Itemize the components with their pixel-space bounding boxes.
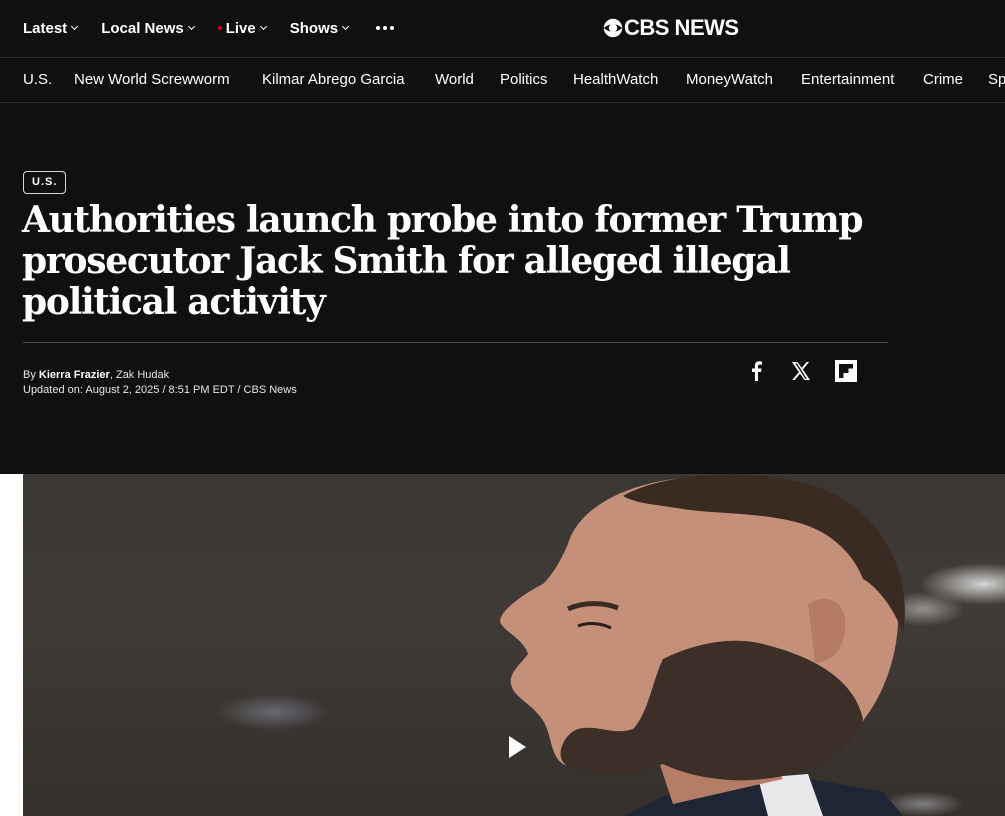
section-sports[interactable]: Sp: [988, 71, 1005, 88]
share-facebook-button[interactable]: [744, 359, 768, 383]
section-kilmar-abrego-garcia[interactable]: Kilmar Abrego Garcia: [262, 71, 405, 88]
nav-local-news-label: Local News: [101, 19, 184, 37]
facebook-icon: [752, 361, 762, 381]
updated-timestamp: Updated on: August 2, 2025 / 8:51 PM EDT…: [23, 384, 297, 396]
top-nav: Latest Local News Live Shows: [23, 0, 395, 56]
cbs-news-logo[interactable]: CBS NEWS: [603, 15, 739, 40]
section-us[interactable]: U.S.: [23, 71, 52, 88]
divider: [23, 342, 888, 343]
nav-shows[interactable]: Shows: [289, 19, 350, 37]
section-moneywatch[interactable]: MoneyWatch: [686, 71, 773, 88]
more-horizontal-icon[interactable]: [376, 26, 395, 30]
author-separator: ,: [109, 369, 113, 381]
video-thumbnail: [500, 474, 905, 816]
live-indicator-icon: [217, 26, 222, 30]
byline-prefix: By: [23, 369, 36, 381]
author-link[interactable]: Kierra Frazier: [39, 369, 110, 381]
author-name: Zak Hudak: [115, 369, 170, 381]
video-player[interactable]: [23, 474, 1005, 816]
section-new-world-screwworm[interactable]: New World Screwworm: [74, 71, 230, 88]
chevron-down-icon: [71, 22, 79, 31]
section-entertainment[interactable]: Entertainment: [801, 71, 894, 88]
section-politics[interactable]: Politics: [500, 71, 548, 88]
article-headline: Authorities launch probe into former Tru…: [22, 199, 864, 323]
category-badge[interactable]: U.S.: [23, 171, 67, 194]
nav-shows-label: Shows: [289, 19, 339, 37]
top-bar: Latest Local News Live Shows CBS NEWS: [0, 0, 1005, 58]
nav-live[interactable]: Live: [217, 19, 267, 37]
nav-latest-label: Latest: [23, 19, 68, 37]
share-flipboard-button[interactable]: [834, 359, 858, 383]
section-nav: U.S. New World Screwworm Kilmar Abrego G…: [0, 58, 1005, 103]
share-x-button[interactable]: [789, 359, 813, 383]
x-icon: [792, 362, 810, 380]
section-healthwatch[interactable]: HealthWatch: [573, 71, 658, 88]
section-world[interactable]: World: [435, 71, 474, 88]
byline: By Kierra Frazier, Zak Hudak: [23, 368, 169, 383]
logo-text: CBS NEWS: [624, 14, 739, 40]
play-icon[interactable]: [501, 732, 531, 762]
flipboard-icon: [835, 360, 857, 382]
chevron-down-icon: [259, 22, 267, 31]
nav-latest[interactable]: Latest: [23, 19, 79, 37]
chevron-down-icon: [187, 22, 195, 31]
nav-live-label: Live: [225, 19, 256, 37]
chevron-down-icon: [342, 22, 350, 31]
cbs-eye-icon: [603, 18, 623, 37]
section-crime[interactable]: Crime: [923, 71, 963, 88]
nav-local-news[interactable]: Local News: [101, 19, 195, 37]
